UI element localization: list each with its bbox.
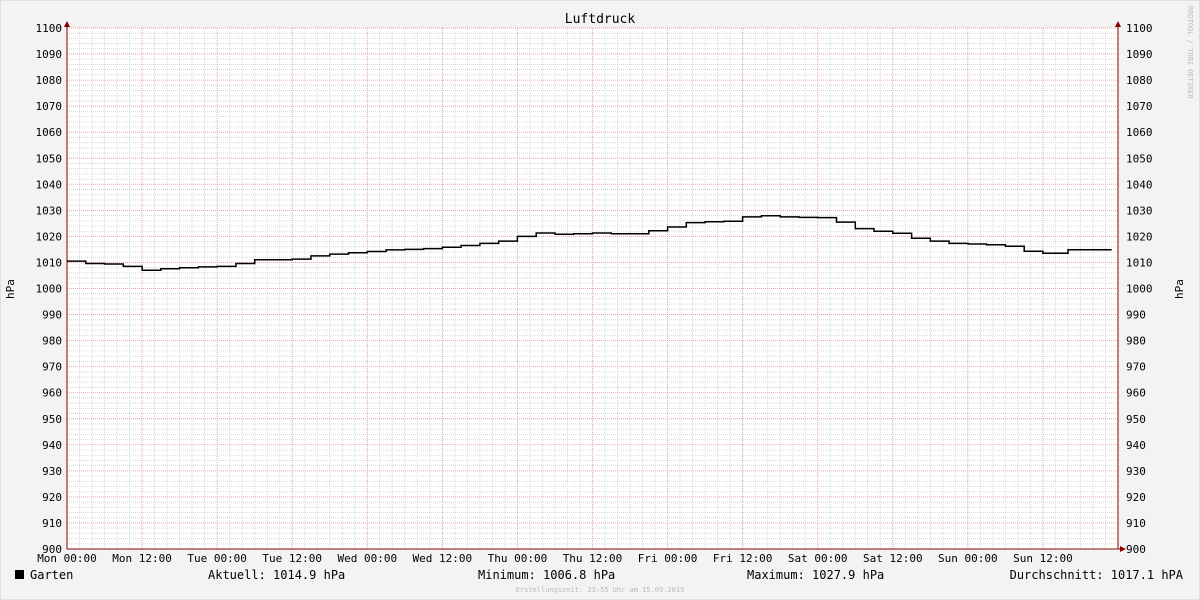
y-tick-label-right: 1060 bbox=[1126, 126, 1153, 139]
legend-minimum-value: Minimum: 1006.8 hPa bbox=[478, 568, 615, 582]
y-tick-label-right: 1030 bbox=[1126, 204, 1153, 217]
y-tick-label-left: 1090 bbox=[36, 48, 63, 61]
x-tick-label: Tue 12:00 bbox=[262, 552, 322, 565]
y-tick-label-right: 900 bbox=[1126, 543, 1146, 556]
y-tick-label-right: 1040 bbox=[1126, 178, 1153, 191]
y-tick-label-left: 930 bbox=[42, 465, 62, 478]
y-tick-label-right: 1050 bbox=[1126, 152, 1153, 165]
y-tick-label-left: 970 bbox=[42, 361, 62, 374]
y-tick-label-left: 1030 bbox=[36, 204, 63, 217]
y-tick-label-right: 930 bbox=[1126, 465, 1146, 478]
y-tick-label-right: 1000 bbox=[1126, 283, 1153, 296]
x-tick-label: Thu 00:00 bbox=[488, 552, 548, 565]
x-tick-label: Sat 12:00 bbox=[863, 552, 923, 565]
x-tick-label: Mon 12:00 bbox=[112, 552, 172, 565]
y-tick-label-right: 950 bbox=[1126, 413, 1146, 426]
x-tick-label: Mon 00:00 bbox=[37, 552, 97, 565]
y-tick-label-left: 1060 bbox=[36, 126, 63, 139]
x-tick-label: Wed 12:00 bbox=[413, 552, 473, 565]
legend-series-name: Garten bbox=[30, 568, 73, 582]
y-tick-label-right: 1080 bbox=[1126, 74, 1153, 87]
y-tick-label-right: 1100 bbox=[1126, 22, 1153, 35]
y-tick-label-left: 1000 bbox=[36, 283, 63, 296]
y-tick-label-left: 1070 bbox=[36, 100, 63, 113]
y-tick-label-left: 1040 bbox=[36, 178, 63, 191]
x-tick-label: Wed 00:00 bbox=[337, 552, 397, 565]
x-tick-label: Fri 00:00 bbox=[638, 552, 698, 565]
y-tick-label-right: 960 bbox=[1126, 387, 1146, 400]
y-tick-label-right: 1010 bbox=[1126, 256, 1153, 269]
y-tick-label-right: 1020 bbox=[1126, 230, 1153, 243]
y-axis-label-right: hPa bbox=[1173, 279, 1186, 299]
x-tick-label: Sat 00:00 bbox=[788, 552, 848, 565]
y-tick-label-right: 910 bbox=[1126, 517, 1146, 530]
y-tick-label-left: 1010 bbox=[36, 256, 63, 269]
x-tick-label: Tue 00:00 bbox=[187, 552, 247, 565]
x-tick-label: Thu 12:00 bbox=[563, 552, 623, 565]
y-tick-label-left: 1100 bbox=[36, 22, 63, 35]
legend-maximum-value: Maximum: 1027.9 hPa bbox=[747, 568, 884, 582]
y-tick-label-left: 980 bbox=[42, 335, 62, 348]
y-tick-label-left: 1020 bbox=[36, 230, 63, 243]
luftdruck-chart: 900 910 920 930 940 950 960 970 980 990 1000 1010 10… bbox=[0, 0, 1200, 600]
y-tick-label-left: 950 bbox=[42, 413, 62, 426]
y-tick-label-right: 1070 bbox=[1126, 100, 1153, 113]
legend-current-value: Aktuell: 1014.9 hPa bbox=[208, 568, 345, 582]
y-tick-label-left: 910 bbox=[42, 517, 62, 530]
legend-average-value: Durchschnitt: 1017.1 hPA bbox=[1010, 568, 1184, 582]
creation-time-footer: Erstellungszeit: 23:55 Uhr am 15.09.2019 bbox=[516, 586, 685, 594]
x-tick-label: Fri 12:00 bbox=[713, 552, 773, 565]
y-axis-label-left: hPa bbox=[4, 279, 17, 299]
y-tick-label-right: 990 bbox=[1126, 309, 1146, 322]
y-tick-label-left: 1050 bbox=[36, 152, 63, 165]
chart-title: Luftdruck bbox=[565, 12, 636, 27]
y-tick-label-right: 1090 bbox=[1126, 48, 1153, 61]
y-tick-label-left: 1080 bbox=[36, 74, 63, 87]
y-tick-label-left: 960 bbox=[42, 387, 62, 400]
y-tick-label-left: 990 bbox=[42, 309, 62, 322]
y-tick-label-right: 980 bbox=[1126, 335, 1146, 348]
x-tick-label: Sun 00:00 bbox=[938, 552, 998, 565]
y-tick-label-right: 970 bbox=[1126, 361, 1146, 374]
y-tick-label-left: 920 bbox=[42, 491, 62, 504]
rrdtool-credit: RRDTOOL / TOBI OETIKER bbox=[1186, 6, 1194, 100]
y-tick-label-right: 940 bbox=[1126, 439, 1146, 452]
legend-swatch bbox=[15, 570, 24, 579]
x-tick-label: Sun 12:00 bbox=[1013, 552, 1073, 565]
y-tick-label-left: 940 bbox=[42, 439, 62, 452]
y-tick-label-right: 920 bbox=[1126, 491, 1146, 504]
